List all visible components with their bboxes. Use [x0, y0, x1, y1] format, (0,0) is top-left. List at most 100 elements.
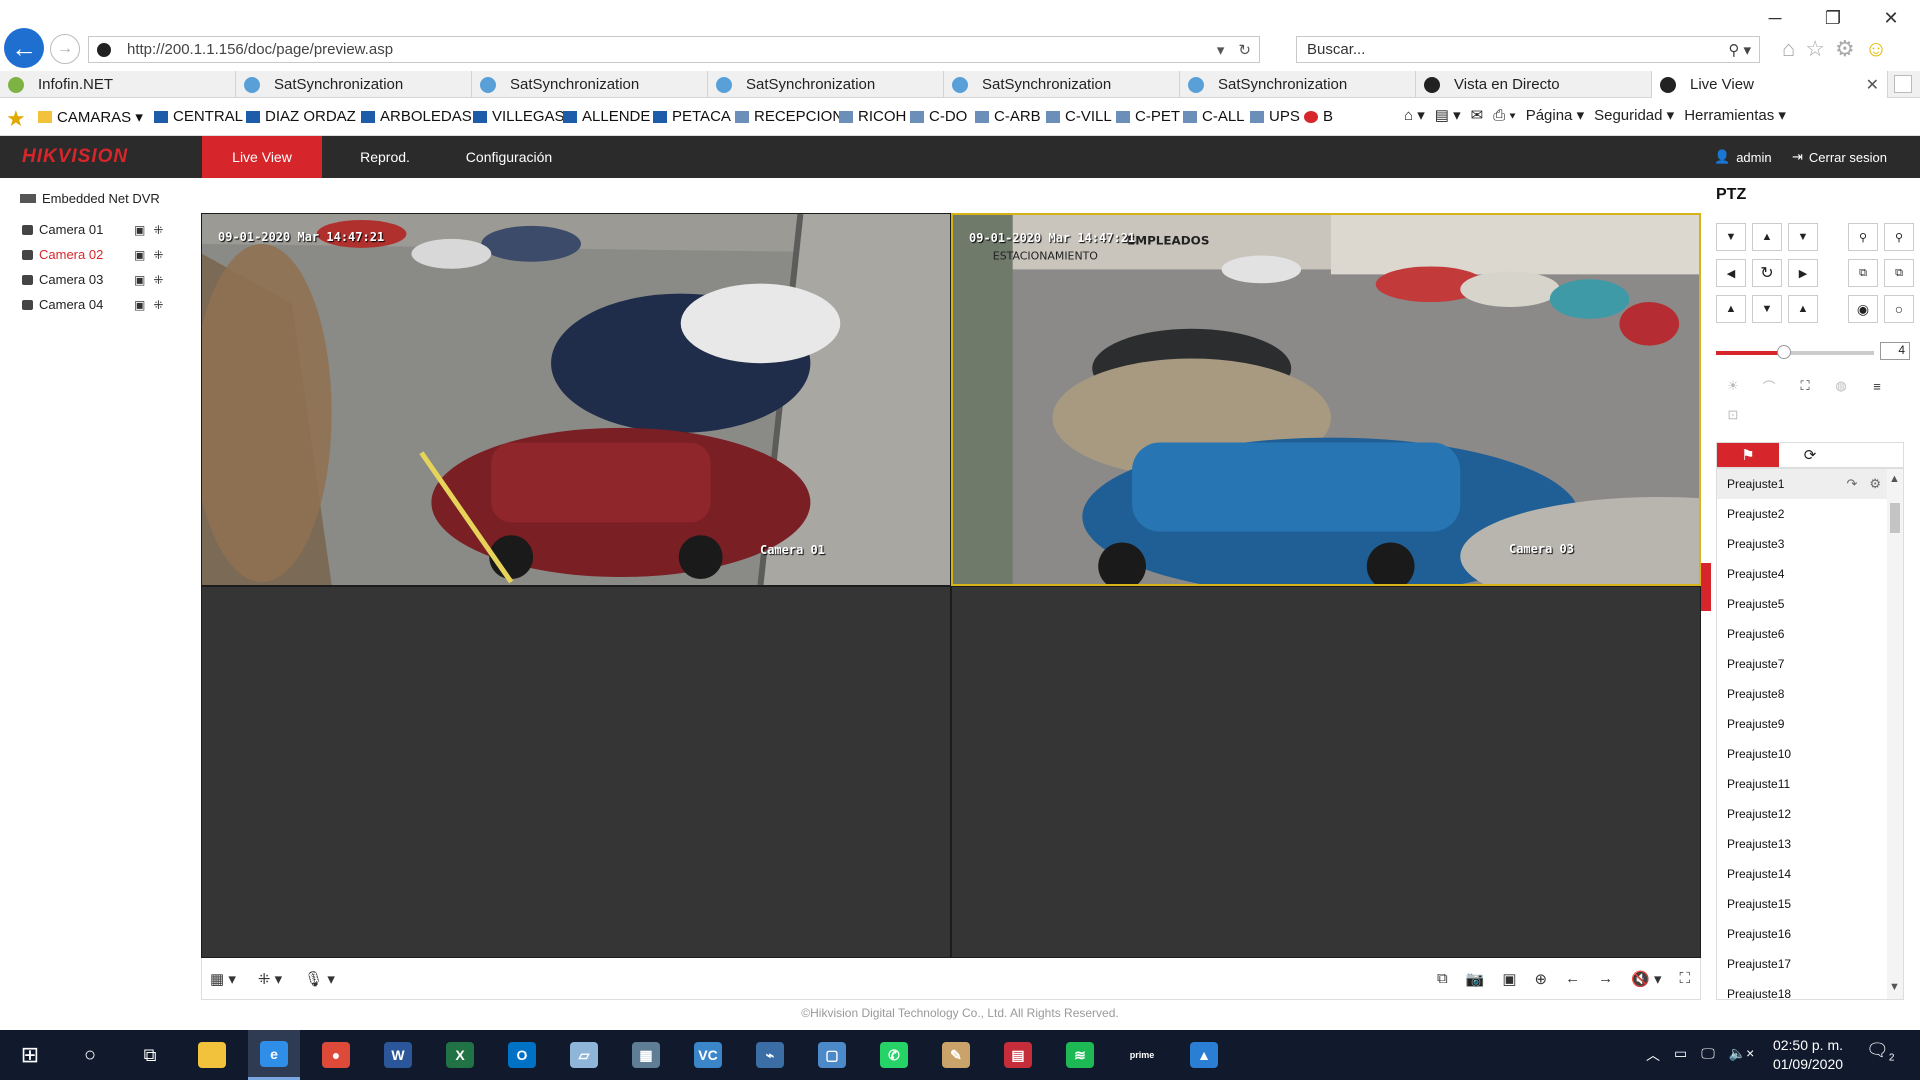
record-icon[interactable]: ▣ [134, 273, 145, 287]
preset-item[interactable]: Preajuste11 [1717, 769, 1887, 799]
taskbar-app-calculator[interactable]: ▦ [620, 1030, 672, 1080]
feeds-icon[interactable]: ▤ ▾ [1435, 106, 1461, 124]
taskbar-app-word[interactable]: W [372, 1030, 424, 1080]
safety-menu[interactable]: Seguridad ▾ [1594, 106, 1674, 124]
refresh-icon[interactable]: ↻ [1238, 41, 1251, 59]
record-all-icon[interactable]: ▣ [1502, 970, 1516, 988]
focus-aux-icon[interactable]: ⛶ [1788, 375, 1822, 397]
tab-patrol-icon[interactable]: ⟳ [1779, 443, 1841, 467]
preset-item[interactable]: Preajuste4 [1717, 559, 1887, 589]
panel-collapse-handle[interactable] [1701, 563, 1711, 611]
scroll-down-icon[interactable]: ▼ [1889, 981, 1900, 993]
taskbar-app-chrome[interactable]: ● [310, 1030, 362, 1080]
preset-item[interactable]: Preajuste12 [1717, 799, 1887, 829]
preset-item[interactable]: Preajuste3 [1717, 529, 1887, 559]
preset-item[interactable]: Preajuste1 ↷ ⚙ [1717, 469, 1887, 499]
stop-all-icon[interactable]: ⧉ [1437, 970, 1448, 988]
feedback-smiley-icon[interactable]: ☺ [1865, 36, 1887, 62]
preset-item[interactable]: Preajuste5 [1717, 589, 1887, 619]
nav-live-view[interactable]: Live View [202, 136, 322, 178]
task-view-button[interactable]: ⧉ [124, 1030, 176, 1080]
taskbar-app-paint[interactable]: ✎ [930, 1030, 982, 1080]
favorite-link[interactable]: VILLEGAS [473, 108, 565, 125]
microphone-icon[interactable]: 🎙 ▾ [304, 970, 335, 988]
favorite-folder[interactable]: CAMARAS ▾ [38, 108, 143, 126]
preset-item[interactable]: Preajuste16 [1717, 919, 1887, 949]
record-icon[interactable]: ▣ [134, 223, 145, 237]
taskbar-app-whatsapp[interactable]: ✆ [868, 1030, 920, 1080]
ptz-speed-slider[interactable] [1716, 345, 1874, 359]
tab[interactable]: SatSynchronization [472, 71, 708, 98]
search-placeholder[interactable]: Buscar... [1307, 41, 1365, 58]
previous-page-icon[interactable]: ← [1565, 970, 1580, 988]
menu-icon[interactable]: ≡ [1860, 375, 1894, 397]
preset-item[interactable]: Preajuste13 [1717, 829, 1887, 859]
scroll-thumb[interactable] [1890, 503, 1900, 533]
preset-item[interactable]: Preajuste6 [1717, 619, 1887, 649]
camera-item-active[interactable]: Camera 02 ▣ ⁜ [22, 247, 163, 262]
taskbar-app-internet-explorer[interactable]: e [248, 1030, 300, 1080]
taskbar-app-notes[interactable]: ▱ [558, 1030, 610, 1080]
zoom-out-icon[interactable]: ⚲ [1848, 223, 1878, 251]
tools-menu[interactable]: Herramientas ▾ [1684, 106, 1786, 124]
ptz-right-button[interactable]: ▶ [1788, 259, 1818, 287]
favorite-link[interactable]: CENTRAL [154, 108, 243, 125]
favorite-link[interactable]: RECEPCION [735, 108, 843, 125]
taskbar-app-remote[interactable]: ⌁ [744, 1030, 796, 1080]
next-page-icon[interactable]: → [1598, 970, 1613, 988]
settings-gear-icon[interactable]: ⚙ [1835, 36, 1855, 62]
address-dropdown-icon[interactable]: ▾ [1217, 41, 1225, 59]
stream-type-icon[interactable]: ⁜ ▾ [258, 970, 282, 988]
call-preset-icon[interactable]: ↷ [1846, 476, 1857, 492]
search-box[interactable]: Buscar... ⚲ ▾ [1296, 36, 1760, 63]
clock[interactable]: 02:50 p. m. 01/09/2020 [1768, 1036, 1848, 1074]
tab[interactable]: Vista en Directo [1416, 71, 1652, 98]
tab-pattern[interactable] [1841, 443, 1903, 467]
window-layout-icon[interactable]: ▦ ▾ [210, 970, 236, 988]
video-window-2-selected[interactable]: ESTACIONAMIENTO EMPLEADOS 09-01-2020 Mar… [951, 213, 1701, 586]
battery-icon[interactable]: ▭ [1674, 1045, 1687, 1065]
dvr-node[interactable]: Embedded Net DVR [20, 191, 160, 206]
tab[interactable]: SatSynchronization [1180, 71, 1416, 98]
page-menu[interactable]: Página ▾ [1526, 106, 1584, 124]
preset-scrollbar[interactable]: ▲ ▼ [1887, 469, 1903, 999]
preset-item[interactable]: Preajuste10 [1717, 739, 1887, 769]
new-tab-button[interactable] [1894, 75, 1912, 93]
menu-call-icon[interactable]: ◍ [1824, 375, 1858, 397]
ptz-up-button[interactable]: ▲ [1752, 223, 1782, 251]
tab[interactable]: SatSynchronization [708, 71, 944, 98]
taskbar-app-outlook[interactable]: O [496, 1030, 548, 1080]
favorite-link[interactable]: ALLENDE [563, 108, 650, 125]
favorite-link[interactable]: PETACA [653, 108, 731, 125]
nav-configuration[interactable]: Configuración [454, 136, 564, 178]
start-button[interactable]: ⊞ [4, 1030, 56, 1080]
taskbar-app-clipboard[interactable]: ▤ [992, 1030, 1044, 1080]
taskbar-app-vm-client[interactable]: ▢ [806, 1030, 858, 1080]
show-hidden-icons[interactable]: ︿ [1646, 1045, 1660, 1065]
favorite-link[interactable]: C-DO [910, 108, 967, 125]
print-icon[interactable]: ⎙ ▾ [1493, 107, 1515, 124]
home-page-icon[interactable]: ⌂ ▾ [1404, 106, 1425, 124]
zoom-in-icon[interactable]: ⚲ [1884, 223, 1914, 251]
slider-knob[interactable] [1776, 345, 1791, 359]
address-url[interactable]: http://200.1.1.156/doc/page/preview.asp [127, 41, 393, 58]
favorite-link[interactable]: DIAZ ORDAZ [246, 108, 356, 125]
preset-item[interactable]: Preajuste14 [1717, 859, 1887, 889]
favorite-link[interactable]: C-PET [1116, 108, 1180, 125]
video-window-1[interactable]: 09-01-2020 Mar 14:47:21 Camera 01 [201, 213, 951, 586]
nav-playback[interactable]: Reprod. [340, 136, 430, 178]
ptz-up-right-button[interactable]: ▼ [1788, 223, 1818, 251]
set-preset-gear-icon[interactable]: ⚙ [1869, 476, 1881, 492]
ptz-auto-button[interactable]: ↻ [1752, 259, 1782, 287]
scroll-up-icon[interactable]: ▲ [1889, 473, 1900, 485]
search-icon[interactable]: ⚲ ▾ [1728, 41, 1759, 59]
fullscreen-icon[interactable]: ⛶ [1679, 970, 1690, 988]
action-center-icon[interactable]: 🗨2 [1866, 1040, 1894, 1064]
favorite-link[interactable]: ARBOLEDAS [361, 108, 472, 125]
tab[interactable]: SatSynchronization [944, 71, 1180, 98]
iris-close-icon[interactable]: ○ [1884, 295, 1914, 323]
ptz-down-button[interactable]: ▼ [1752, 295, 1782, 323]
preset-item[interactable]: Preajuste8 [1717, 679, 1887, 709]
network-icon[interactable]: 🖵 [1701, 1045, 1715, 1065]
record-icon[interactable]: ▣ [134, 298, 145, 312]
